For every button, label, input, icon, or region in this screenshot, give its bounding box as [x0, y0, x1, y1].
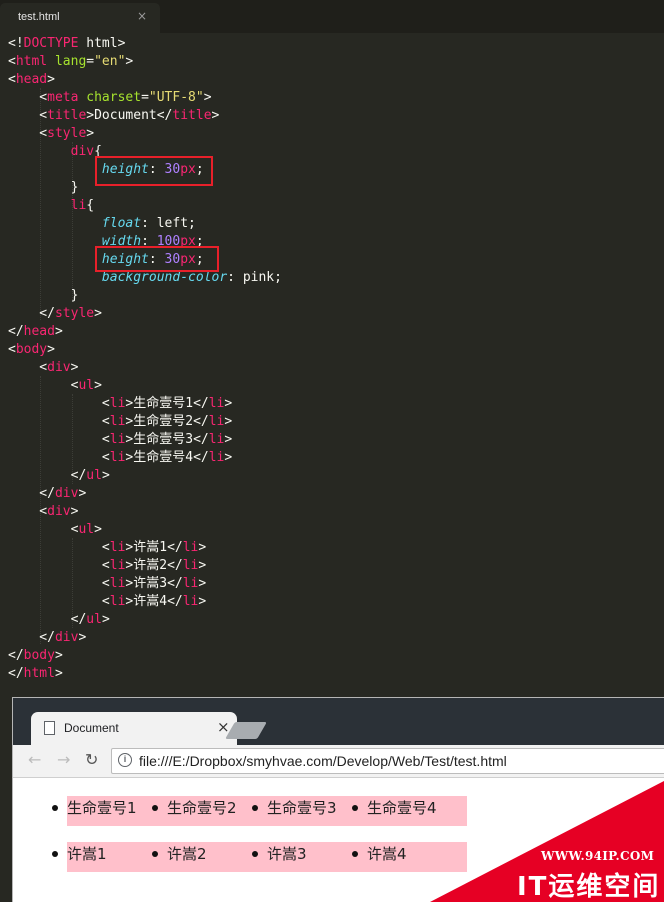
- back-icon[interactable]: ←: [28, 750, 41, 769]
- info-icon[interactable]: i: [118, 753, 132, 767]
- code-line: </html>: [8, 666, 63, 681]
- code-area[interactable]: <!DOCTYPE html> <html lang="en"> <head> …: [8, 35, 282, 683]
- bullet-icon: [52, 851, 58, 857]
- list-item: 生命壹号2: [152, 796, 267, 826]
- reload-icon[interactable]: ↻: [85, 750, 98, 769]
- code-line: li{: [70, 198, 95, 213]
- code-line: </div>: [8, 486, 87, 501]
- code-line: <div>: [8, 360, 79, 375]
- bullet-icon: [152, 851, 158, 857]
- code-line: <li>许嵩2</li>: [8, 558, 207, 573]
- code-line: <li>生命壹号4</li>: [8, 450, 233, 465]
- code-line: </head>: [8, 324, 63, 339]
- code-line: <meta charset="UTF-8">: [8, 90, 212, 105]
- code-line: }: [8, 288, 79, 303]
- bullet-icon: [252, 851, 258, 857]
- list-item: 许嵩2: [152, 842, 267, 872]
- url-text[interactable]: file:///E:/Dropbox/smyhvae.com/Develop/W…: [139, 753, 507, 769]
- list-group-1: 生命壹号1 生命壹号2 生命壹号3 生命壹号4: [52, 796, 467, 826]
- code-line: <li>许嵩4</li>: [8, 594, 207, 609]
- forward-icon[interactable]: →: [57, 750, 70, 769]
- code-line: <html lang="en">: [8, 54, 134, 69]
- code-line: <ul>: [8, 522, 102, 537]
- code-line: float: left;: [101, 216, 196, 231]
- code-editor: test.html × <!DOCTYPE html> <html lang="…: [0, 0, 664, 696]
- address-bar[interactable]: i file:///E:/Dropbox/smyhvae.com/Develop…: [111, 748, 664, 774]
- code-line: </style>: [8, 306, 102, 321]
- editor-tab-title: test.html: [18, 11, 60, 23]
- code-line: <ul>: [8, 378, 102, 393]
- code-line: </body>: [8, 648, 63, 663]
- editor-tab-bar: test.html ×: [0, 0, 664, 33]
- code-line: <div>: [8, 504, 79, 519]
- code-line: <title>Document</title>: [8, 108, 220, 123]
- list-item: 生命壹号3: [252, 796, 367, 826]
- bullet-icon: [352, 851, 358, 857]
- code-line: <head>: [8, 72, 55, 87]
- code-line: <li>生命壹号1</li>: [8, 396, 233, 411]
- editor-tab-test-html[interactable]: test.html ×: [0, 3, 160, 33]
- code-line: <li>生命壹号3</li>: [8, 432, 233, 447]
- bullet-icon: [252, 805, 258, 811]
- highlight-box-li-height: [95, 246, 219, 272]
- page-icon: [44, 721, 55, 735]
- code-line: </ul>: [8, 468, 110, 483]
- code-line: </div>: [8, 630, 87, 645]
- code-line: <li>生命壹号2</li>: [8, 414, 233, 429]
- bullet-icon: [352, 805, 358, 811]
- page-viewport: 生命壹号1 生命壹号2 生命壹号3 生命壹号4 许嵩1 许嵩2 许嵩3 许嵩4: [13, 778, 664, 902]
- browser-tab-title: Document: [64, 721, 119, 735]
- list-item: 生命壹号1: [52, 796, 167, 826]
- bullet-icon: [52, 805, 58, 811]
- highlight-box-div-height: [95, 156, 213, 186]
- list-item: 许嵩3: [252, 842, 367, 872]
- list-item: 许嵩4: [352, 842, 467, 872]
- browser-tab-strip: Document ×: [13, 698, 664, 745]
- browser-tab-document[interactable]: Document ×: [31, 712, 237, 745]
- code-line: </ul>: [8, 612, 110, 627]
- code-line: <!DOCTYPE html>: [8, 36, 126, 51]
- list-group-2: 许嵩1 许嵩2 许嵩3 许嵩4: [52, 842, 467, 872]
- browser-window: Document × ← → ↻ i file:///E:/Dropbox/sm…: [12, 697, 664, 902]
- code-line: <body>: [8, 342, 55, 357]
- bullet-icon: [152, 805, 158, 811]
- browser-toolbar: ← → ↻ i file:///E:/Dropbox/smyhvae.com/D…: [13, 745, 664, 778]
- code-line: <style>: [8, 126, 95, 141]
- close-icon[interactable]: ×: [137, 9, 147, 23]
- code-line: <li>许嵩3</li>: [8, 576, 207, 591]
- list-item: 生命壹号4: [352, 796, 467, 826]
- code-line: <li>许嵩1</li>: [8, 540, 207, 555]
- list-item: 许嵩1: [52, 842, 167, 872]
